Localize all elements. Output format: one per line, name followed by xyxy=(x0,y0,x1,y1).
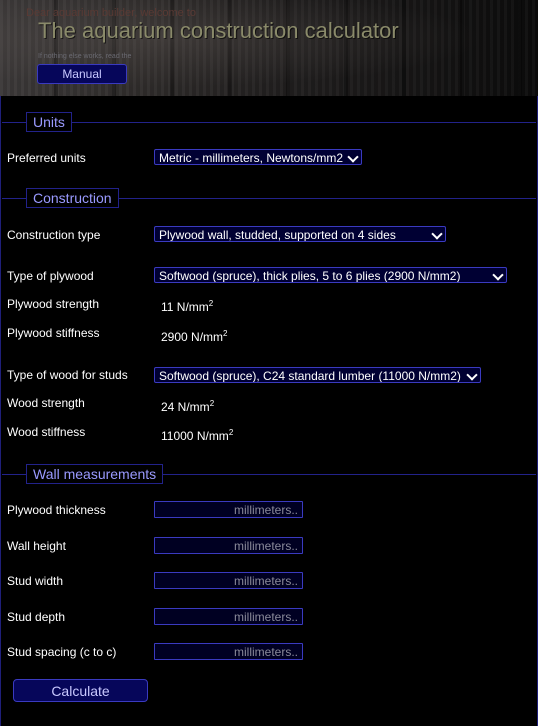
construction-type-label: Construction type xyxy=(7,228,101,242)
frame-left-border xyxy=(0,96,1,726)
plywood-type-value: Softwood (spruce), thick plies, 5 to 6 p… xyxy=(159,269,461,283)
plywood-type-select[interactable]: Softwood (spruce), thick plies, 5 to 6 p… xyxy=(154,267,507,283)
stud-width-label: Stud width xyxy=(7,574,64,588)
chevron-down-icon xyxy=(492,269,504,281)
manual-hint: If nothing else works, read the xyxy=(38,53,132,60)
preferred-units-value: Metric - millimeters, Newtons/mm2 xyxy=(159,151,344,165)
plywood-strength-label: Plywood strength xyxy=(7,297,100,311)
plywood-stiffness-value: 2900 N/mm2 xyxy=(161,329,228,345)
page: Dear aquarium builder, welcome to The aq… xyxy=(0,0,538,726)
plywood-stiffness-label: Plywood stiffness xyxy=(7,326,100,340)
stud-wood-type-value: Softwood (spruce), C24 standard lumber (… xyxy=(159,369,461,383)
stud-wood-type-select[interactable]: Softwood (spruce), C24 standard lumber (… xyxy=(154,367,481,383)
page-title: The aquarium construction calculator xyxy=(38,18,399,43)
stud-wood-type-label: Type of wood for studs xyxy=(7,368,128,382)
chevron-down-icon xyxy=(466,369,478,381)
chevron-down-icon xyxy=(431,228,443,240)
plywood-thickness-label: Plywood thickness xyxy=(7,503,106,517)
wood-strength-value: 24 N/mm2 xyxy=(161,399,215,415)
construction-type-select[interactable]: Plywood wall, studded, supported on 4 si… xyxy=(154,226,446,242)
manual-button[interactable]: Manual xyxy=(37,64,127,84)
wall-section-heading: Wall measurements xyxy=(26,464,164,484)
plywood-type-label: Type of plywood xyxy=(7,269,94,283)
wall-height-input[interactable] xyxy=(154,537,303,554)
preferred-units-select[interactable]: Metric - millimeters, Newtons/mm2 xyxy=(154,149,362,165)
units-section-line xyxy=(2,122,536,123)
units-section-heading: Units xyxy=(26,112,72,132)
stud-width-input[interactable] xyxy=(154,572,303,589)
stud-spacing-input[interactable] xyxy=(154,643,303,660)
plywood-thickness-input[interactable] xyxy=(154,501,303,518)
stud-depth-label: Stud depth xyxy=(7,610,66,624)
stud-depth-input[interactable] xyxy=(154,608,303,625)
wood-strength-label: Wood strength xyxy=(7,396,85,410)
construction-section-heading: Construction xyxy=(26,188,119,208)
construction-type-value: Plywood wall, studded, supported on 4 si… xyxy=(159,228,396,242)
wood-stiffness-value: 11000 N/mm2 xyxy=(161,428,234,444)
stud-spacing-label: Stud spacing (c to c) xyxy=(7,645,117,659)
wood-stiffness-label: Wood stiffness xyxy=(7,425,86,439)
chevron-down-icon xyxy=(347,151,359,163)
wall-height-label: Wall height xyxy=(7,539,66,553)
calculate-button[interactable]: Calculate xyxy=(13,679,148,702)
header-banner: Dear aquarium builder, welcome to The aq… xyxy=(0,0,538,96)
plywood-strength-value: 11 N/mm2 xyxy=(161,299,214,315)
preferred-units-label: Preferred units xyxy=(7,151,86,165)
